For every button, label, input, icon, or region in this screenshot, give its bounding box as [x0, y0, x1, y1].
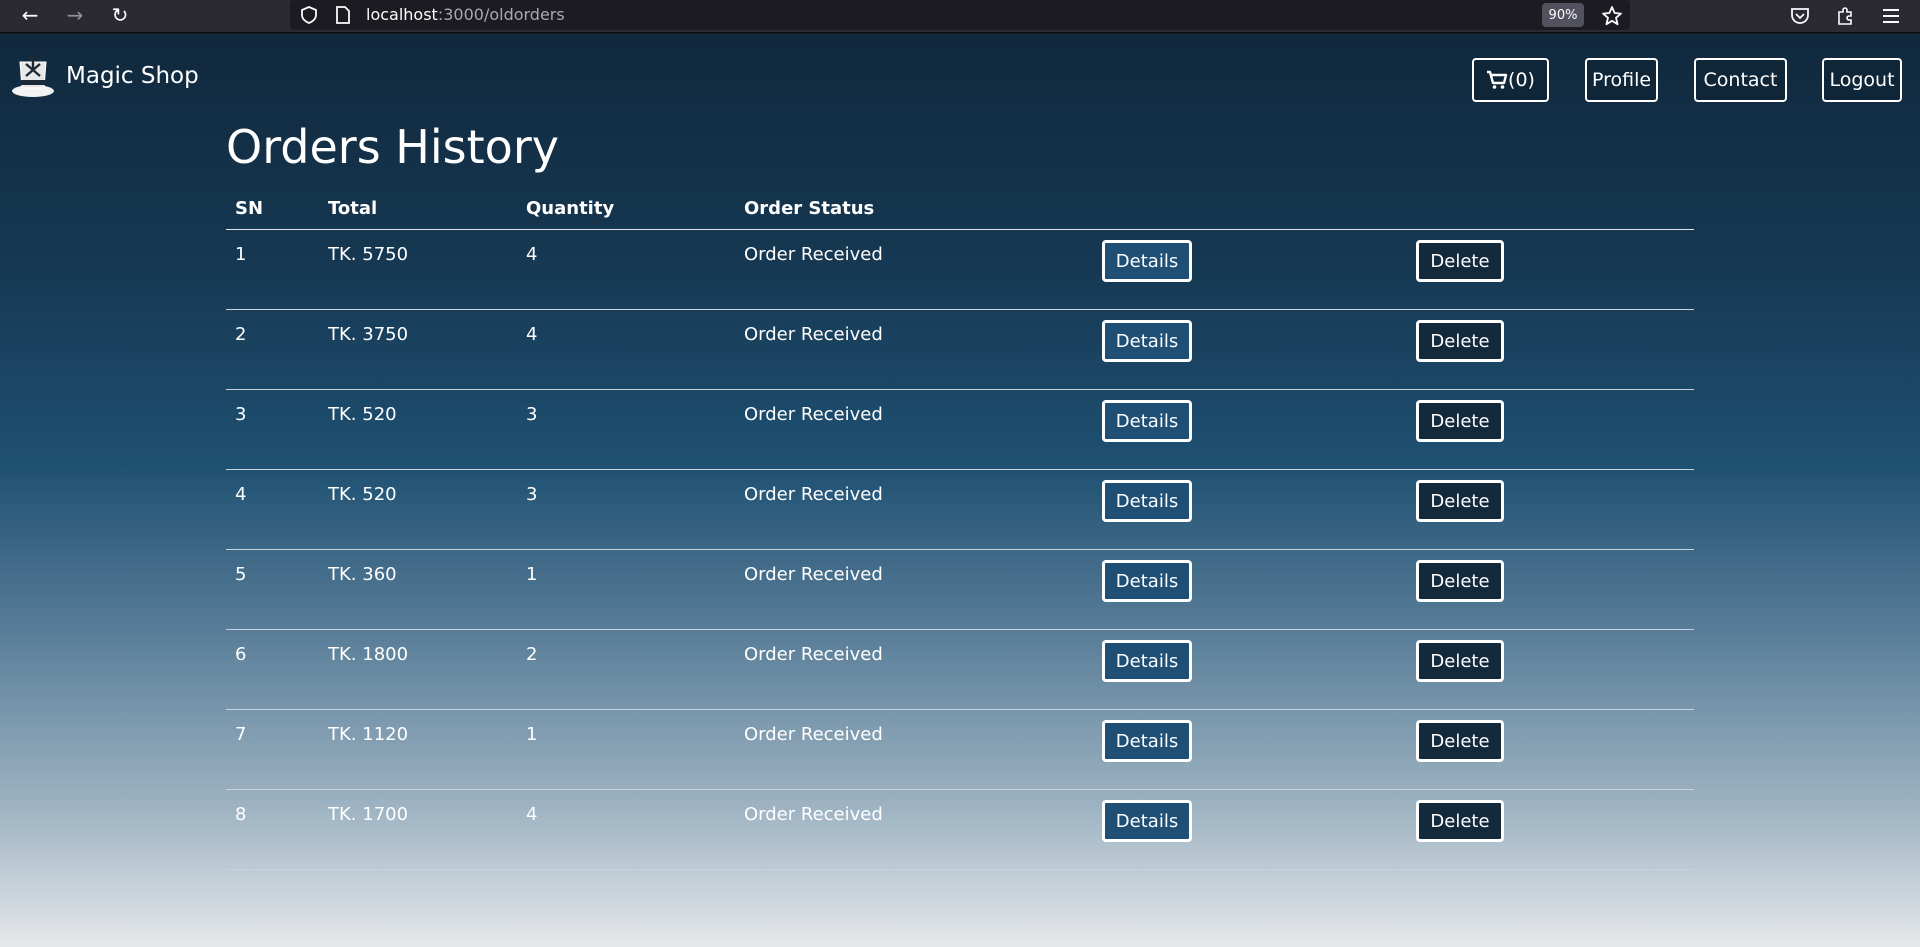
cell-total: TK. 1800: [328, 644, 409, 665]
delete-button[interactable]: Delete: [1416, 320, 1504, 362]
column-header-sn: SN: [235, 198, 264, 219]
bookmark-star-icon[interactable]: [1597, 2, 1627, 30]
cell-order-status: Order Received: [744, 324, 883, 345]
table-row: 6 TK. 1800 2 Order Received Details Delete: [226, 630, 1694, 710]
cell-sn: 8: [235, 804, 247, 825]
cell-order-status: Order Received: [744, 804, 883, 825]
cell-order-status: Order Received: [744, 644, 883, 665]
delete-button[interactable]: Delete: [1416, 640, 1504, 682]
zoom-indicator[interactable]: 90%: [1542, 3, 1584, 27]
details-button[interactable]: Details: [1102, 320, 1192, 362]
cell-quantity: 3: [526, 404, 538, 425]
cell-total: TK. 1120: [328, 724, 409, 745]
cell-sn: 1: [235, 244, 247, 265]
cell-quantity: 3: [526, 484, 538, 505]
cell-total: TK. 1700: [328, 804, 409, 825]
details-button[interactable]: Details: [1102, 800, 1192, 842]
table-row: 1 TK. 5750 4 Order Received Details Delete: [226, 230, 1694, 310]
orders-table: SN Total Quantity Order Status 1 TK. 5750…: [226, 194, 1694, 870]
details-button[interactable]: Details: [1102, 400, 1192, 442]
cart-icon: [1487, 70, 1508, 89]
table-row: 3 TK. 520 3 Order Received Details Delete: [226, 390, 1694, 470]
details-button[interactable]: Details: [1102, 560, 1192, 602]
cell-quantity: 1: [526, 564, 538, 585]
cell-quantity: 2: [526, 644, 538, 665]
table-row: 7 TK. 1120 1 Order Received Details Delete: [226, 710, 1694, 790]
table-row: 5 TK. 360 1 Order Received Details Delete: [226, 550, 1694, 630]
cell-total: TK. 360: [328, 564, 397, 585]
pocket-icon[interactable]: [1785, 2, 1815, 30]
delete-button[interactable]: Delete: [1416, 400, 1504, 442]
url-text[interactable]: localhost:3000/oldorders: [366, 5, 565, 24]
cell-sn: 6: [235, 644, 247, 665]
cell-total: TK. 520: [328, 404, 397, 425]
extensions-icon[interactable]: [1830, 2, 1860, 30]
profile-button[interactable]: Profile: [1585, 58, 1658, 102]
cell-order-status: Order Received: [744, 404, 883, 425]
delete-button[interactable]: Delete: [1416, 800, 1504, 842]
menu-icon[interactable]: [1876, 2, 1906, 30]
cell-sn: 2: [235, 324, 247, 345]
cell-sn: 4: [235, 484, 247, 505]
table-row: 2 TK. 3750 4 Order Received Details Delete: [226, 310, 1694, 390]
contact-button[interactable]: Contact: [1694, 58, 1787, 102]
details-button[interactable]: Details: [1102, 720, 1192, 762]
table-header: SN Total Quantity Order Status: [226, 194, 1694, 230]
shield-icon[interactable]: [298, 4, 320, 26]
cell-sn: 3: [235, 404, 247, 425]
table-row: 4 TK. 520 3 Order Received Details Delete: [226, 470, 1694, 550]
cell-order-status: Order Received: [744, 244, 883, 265]
logout-button[interactable]: Logout: [1822, 58, 1902, 102]
cell-sn: 7: [235, 724, 247, 745]
column-header-quantity: Quantity: [526, 198, 615, 219]
browser-toolbar: ← → ↻ localhost:3000/oldorders 90%: [0, 0, 1920, 33]
cart-count: (0): [1508, 69, 1535, 91]
cell-order-status: Order Received: [744, 564, 883, 585]
details-button[interactable]: Details: [1102, 480, 1192, 522]
table-row: 8 TK. 1700 4 Order Received Details Delete: [226, 790, 1694, 870]
cell-sn: 5: [235, 564, 247, 585]
column-header-order-status: Order Status: [744, 198, 875, 219]
forward-arrow-icon[interactable]: →: [57, 0, 93, 30]
page-icon[interactable]: [332, 4, 354, 26]
back-arrow-icon[interactable]: ←: [12, 0, 48, 30]
magic-hat-logo-icon: [12, 54, 54, 97]
delete-button[interactable]: Delete: [1416, 720, 1504, 762]
cell-quantity: 1: [526, 724, 538, 745]
delete-button[interactable]: Delete: [1416, 560, 1504, 602]
cell-quantity: 4: [526, 804, 538, 825]
column-header-total: Total: [328, 198, 378, 219]
cell-quantity: 4: [526, 324, 538, 345]
cell-quantity: 4: [526, 244, 538, 265]
cart-button[interactable]: (0): [1472, 58, 1549, 102]
page-title: Orders History: [226, 120, 559, 174]
delete-button[interactable]: Delete: [1416, 480, 1504, 522]
cell-order-status: Order Received: [744, 724, 883, 745]
brand-name: Magic Shop: [66, 63, 199, 89]
details-button[interactable]: Details: [1102, 640, 1192, 682]
url-bar[interactable]: localhost:3000/oldorders 90%: [290, 0, 1630, 30]
cell-total: TK. 3750: [328, 324, 409, 345]
delete-button[interactable]: Delete: [1416, 240, 1504, 282]
brand[interactable]: Magic Shop: [10, 54, 199, 98]
reload-icon[interactable]: ↻: [102, 0, 138, 30]
details-button[interactable]: Details: [1102, 240, 1192, 282]
cell-total: TK. 520: [328, 484, 397, 505]
cell-total: TK. 5750: [328, 244, 409, 265]
cell-order-status: Order Received: [744, 484, 883, 505]
page: Magic Shop (0) Profile Contact Logout Or…: [0, 34, 1920, 947]
